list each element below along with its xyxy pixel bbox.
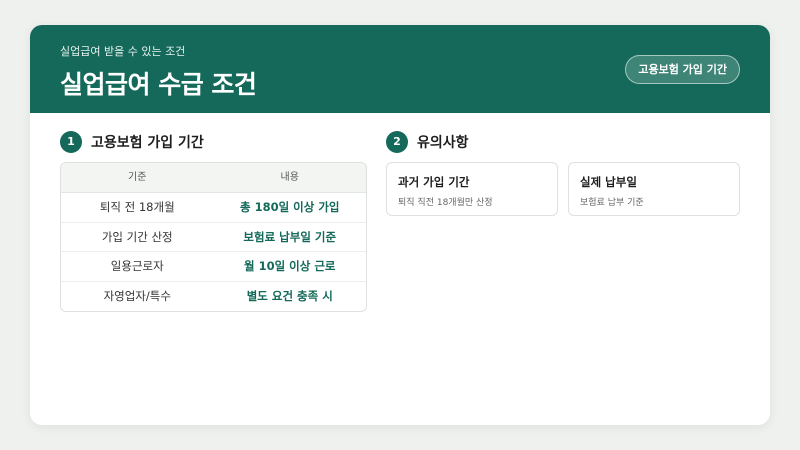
section-number-badge: 1 — [60, 131, 82, 153]
column-header-criterion: 기준 — [128, 172, 147, 183]
header-subtitle: 실업급여 받을 수 있는 조건 — [60, 45, 186, 58]
section-1-heading: 1 고용보험 가입 기간 — [60, 131, 204, 153]
table-row: 자영업자/특수 별도 요건 충족 시 — [61, 282, 366, 312]
table-cell-content: 총 180일 이상 가입 — [240, 200, 340, 214]
main-card: 실업급여 받을 수 있는 조건 실업급여 수급 조건 고용보험 가입 기간 1 … — [30, 25, 770, 425]
table-cell-criterion: 가입 기간 산정 — [101, 229, 173, 244]
criteria-table: 기준 내용 퇴직 전 18개월 총 180일 이상 가입 가입 기간 산정 보험… — [60, 162, 367, 312]
note-card-title: 과거 가입 기간 — [398, 175, 470, 189]
note-card-desc: 보험료 납부 기준 — [580, 198, 644, 208]
table-cell-content: 보험료 납부일 기준 — [243, 229, 337, 244]
table-cell-criterion: 자영업자/특수 — [103, 288, 171, 303]
note-card-payment-date: 실제 납부일 보험료 납부 기준 — [568, 162, 740, 216]
section-title: 유의사항 — [417, 135, 469, 151]
table-cell-content: 별도 요건 충족 시 — [246, 288, 333, 303]
note-card-desc: 퇴직 직전 18개월만 산정 — [398, 198, 493, 208]
section-2-heading: 2 유의사항 — [386, 131, 469, 153]
section-title: 고용보험 가입 기간 — [91, 135, 204, 151]
table-cell-criterion: 일용근로자 — [110, 259, 164, 273]
table-row: 가입 기간 산정 보험료 납부일 기준 — [61, 223, 366, 252]
header-badge[interactable]: 고용보험 가입 기간 — [625, 55, 740, 84]
column-header-content: 내용 — [280, 172, 299, 183]
table-row: 일용근로자 월 10일 이상 근로 — [61, 252, 366, 282]
table-header: 기준 내용 — [61, 163, 366, 193]
table-cell-criterion: 퇴직 전 18개월 — [99, 200, 175, 214]
note-card-title: 실제 납부일 — [580, 175, 637, 189]
table-cell-content: 월 10일 이상 근로 — [244, 259, 336, 273]
table-row: 퇴직 전 18개월 총 180일 이상 가입 — [61, 193, 366, 223]
page-title: 실업급여 수급 조건 — [60, 70, 257, 99]
note-card-past-period: 과거 가입 기간 퇴직 직전 18개월만 산정 — [386, 162, 558, 216]
header-banner: 실업급여 받을 수 있는 조건 실업급여 수급 조건 고용보험 가입 기간 — [30, 25, 770, 113]
section-number-badge: 2 — [386, 131, 408, 153]
